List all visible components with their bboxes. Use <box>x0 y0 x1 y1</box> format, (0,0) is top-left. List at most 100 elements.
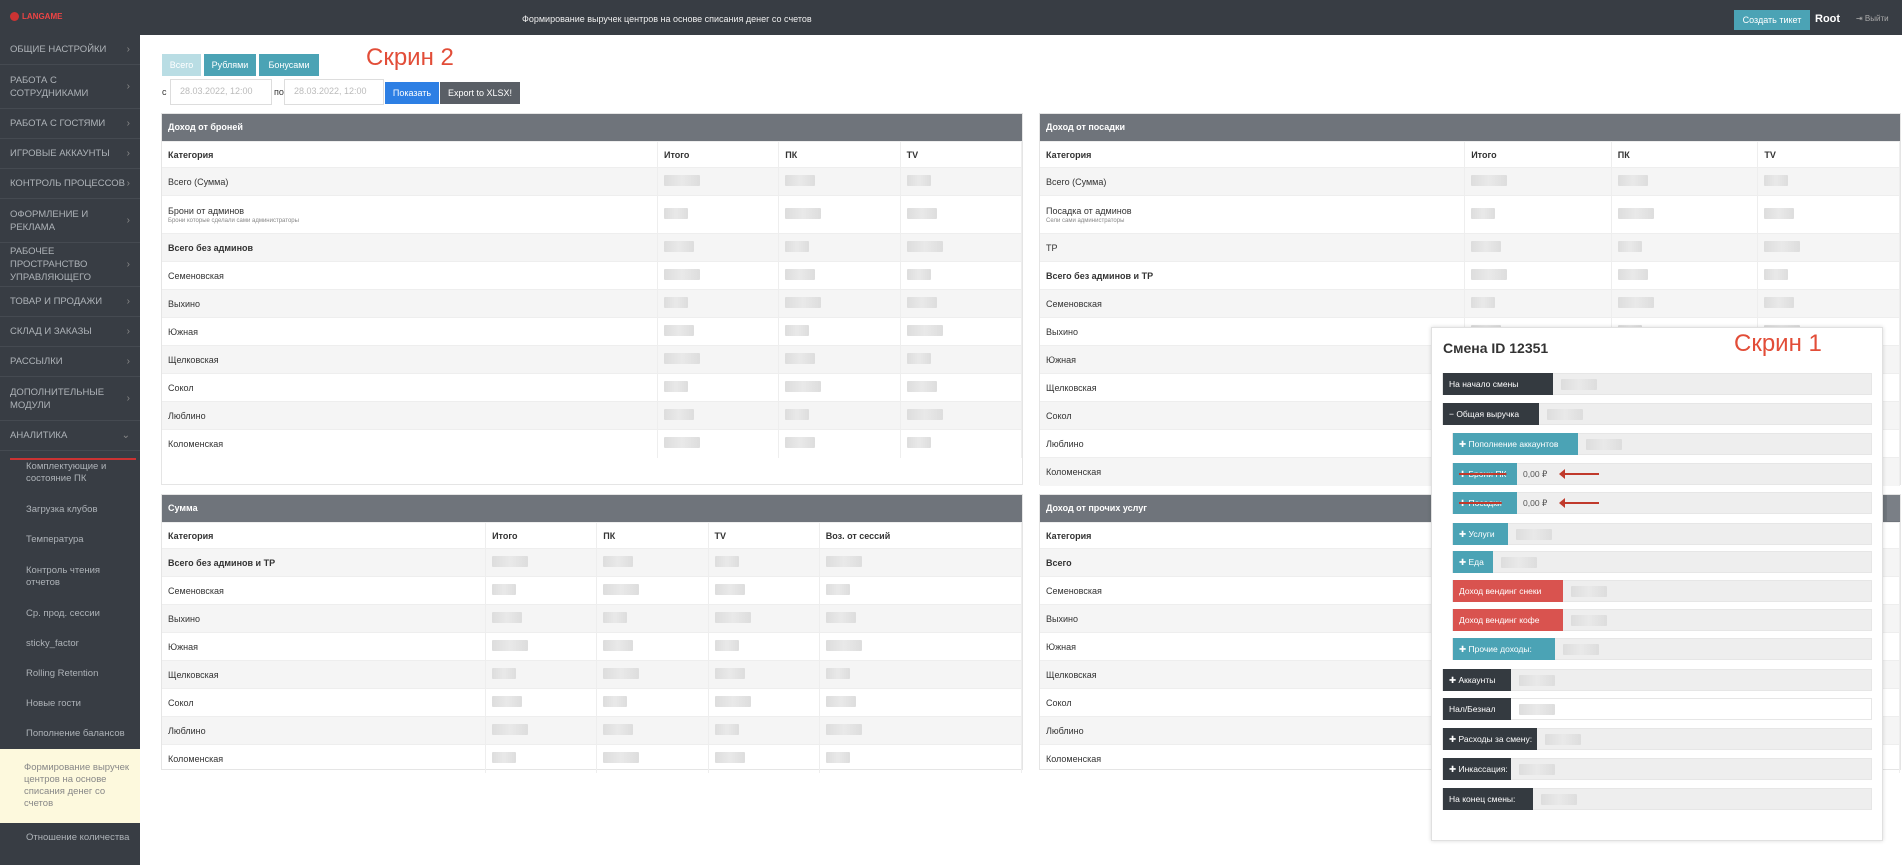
hidden-value <box>1764 175 1789 186</box>
analytics-subitem-1[interactable]: Загрузка клубов <box>0 495 140 525</box>
sidebar-item-2[interactable]: РАБОТА С ГОСТЯМИ › <box>0 109 140 139</box>
hidden-value <box>785 325 810 336</box>
analytics-subitem-5[interactable]: sticky_factor <box>0 629 140 659</box>
hidden-value <box>663 241 694 252</box>
hidden-value <box>785 208 822 219</box>
analytics-subitem-4[interactable]: Ср. прод. сессии <box>0 599 140 629</box>
shift-revenue-button[interactable]: − Общая выручка <box>1443 403 1539 425</box>
row-label: Южная <box>168 641 198 652</box>
shift-cash-button[interactable]: Нал/Безнал <box>1443 698 1511 720</box>
row-label: Южная <box>1046 641 1076 652</box>
tab-bonuses[interactable]: Бонусами <box>259 54 319 76</box>
sidebar-item-4[interactable]: КОНТРОЛЬ ПРОЦЕССОВ › <box>0 169 140 199</box>
shift-end-button[interactable]: На конец смены: <box>1443 788 1533 810</box>
analytics-subitem-6[interactable]: Rolling Retention <box>0 659 140 689</box>
hidden-value <box>1586 439 1622 450</box>
show-button[interactable]: Показать <box>385 82 439 104</box>
shift-expenses-button[interactable]: ✚ Расходы за смену: <box>1443 728 1537 750</box>
app-logo[interactable]: LANGAME <box>10 12 62 21</box>
table-row: Брони от админов Брони которые сделали са… <box>162 195 1023 234</box>
sidebar-item-8[interactable]: СКЛАД И ЗАКАЗЫ › <box>0 317 140 347</box>
hidden-value <box>663 175 700 186</box>
row-label: Сокол <box>168 382 194 393</box>
analytics-subitem-10[interactable]: Отношение количества <box>0 823 140 853</box>
sidebar-item-5[interactable]: ОФОРМЛЕНИЕ И РЕКЛАМА › <box>0 199 140 243</box>
sidebar-item-label: СКЛАД И ЗАКАЗЫ <box>10 326 92 337</box>
shift-start-button[interactable]: На начало смены <box>1443 373 1553 395</box>
shift-food-button[interactable]: ✚ Еда <box>1453 551 1493 573</box>
annotation-arrow <box>1559 469 1599 479</box>
hidden-value <box>1561 379 1597 390</box>
sidebar-item-7[interactable]: ТОВАР И ПРОДАЖИ › <box>0 287 140 317</box>
row-label: Люблино <box>168 410 206 421</box>
analytics-subitem-9[interactable]: Формирование выручек центров на основе с… <box>0 749 140 823</box>
sidebar-item-label: ОФОРМЛЕНИЕ И РЕКЛАМА <box>10 208 89 233</box>
sums-panel: Сумма Категория Итого ПК TV Воз. от сессий Вс… <box>161 494 1023 773</box>
hidden-value <box>603 612 628 623</box>
shift-row-revenue: − Общая выручка <box>1442 403 1872 425</box>
analytics-subitem-7[interactable]: Новые гости <box>0 689 140 719</box>
sidebar-item-1[interactable]: РАБОТА С СОТРУДНИКАМИ › <box>0 65 140 109</box>
row-label: Всего (Сумма) <box>168 176 229 187</box>
analytics-subitem-8[interactable]: Пополнение балансов <box>0 719 140 749</box>
date-from-input[interactable]: 28.03.2022, 12:00 <box>170 79 272 105</box>
shift-card: Смена ID 12351 Скрин 1 На начало смены − … <box>1431 327 1883 841</box>
row-label: Щелковская <box>168 354 219 365</box>
create-ticket-button[interactable]: Создать тикет <box>1734 10 1810 30</box>
shift-vend_snacks-button[interactable]: Доход вендинг снеки <box>1453 580 1563 602</box>
sidebar-item-label: ОБЩИЕ НАСТРОЙКИ <box>10 44 107 55</box>
hidden-value <box>603 584 640 595</box>
chevron-icon: ⌄ <box>121 430 130 441</box>
sidebar-item-10[interactable]: ДОПОЛНИТЕЛЬНЫЕ МОДУЛИ › <box>0 377 140 421</box>
shift-row-start: На начало смены <box>1442 373 1872 395</box>
column-header: TV <box>900 141 1023 168</box>
shift-topup-button[interactable]: ✚ Пополнение аккаунтов <box>1453 433 1578 455</box>
column-header: Итого <box>485 522 598 549</box>
table-row: Посадка от админов Сели сами администрато… <box>1040 195 1900 234</box>
analytics-subitem-3[interactable]: Контроль чтения отчетов <box>0 555 140 599</box>
shift-accounts-button[interactable]: ✚ Аккаунты <box>1443 669 1511 691</box>
sidebar-item-0[interactable]: ОБЩИЕ НАСТРОЙКИ › <box>0 35 140 65</box>
hidden-value <box>1617 297 1654 308</box>
column-header: Категория <box>162 141 658 168</box>
shift-services-button[interactable]: ✚ Услуги <box>1453 523 1508 545</box>
sidebar-item-9[interactable]: РАССЫЛКИ › <box>0 347 140 377</box>
analytics-subitem-2[interactable]: Температура <box>0 525 140 555</box>
hidden-value <box>714 640 739 651</box>
hidden-value <box>785 409 810 420</box>
sidebar-item-label: КОНТРОЛЬ ПРОЦЕССОВ <box>10 178 125 189</box>
row-label: ТР <box>1046 242 1058 253</box>
sidebar-item-3[interactable]: ИГРОВЫЕ АККАУНТЫ › <box>0 139 140 169</box>
table-row: Люблино <box>162 401 1023 430</box>
hidden-value <box>663 353 700 364</box>
sidebar: ОБЩИЕ НАСТРОЙКИ › РАБОТА С СОТРУДНИКАМИ › РА… <box>0 35 140 865</box>
hidden-value <box>825 668 850 679</box>
export-xlsx-button[interactable]: Export to XLSX! <box>440 82 520 104</box>
hidden-value <box>1519 704 1555 715</box>
tab-all[interactable]: Всего <box>162 54 201 76</box>
shift-seat-button[interactable]: ✚ Посадки <box>1453 492 1517 514</box>
logout-link[interactable]: ⇥ Выйти <box>1856 14 1889 23</box>
sidebar-item-6[interactable]: РАБОЧЕЕ ПРОСТРАНСТВО УПРАВЛЯЮЩЕГО › <box>0 243 140 287</box>
shift-other_income-button[interactable]: ✚ Прочие доходы: <box>1453 638 1555 660</box>
hidden-value <box>1571 615 1607 626</box>
hidden-value <box>1519 675 1555 686</box>
bookings-title: Доход от броней <box>162 114 1022 141</box>
shift-vend_coffee-button[interactable]: Доход вендинг кофе <box>1453 609 1563 631</box>
shift-collection-button[interactable]: ✚ Инкассация: <box>1443 758 1511 780</box>
sidebar-item-11[interactable]: АНАЛИТИКА ⌄ <box>0 421 140 451</box>
from-label: с <box>162 87 167 97</box>
scrollbar-thumb[interactable] <box>1887 495 1900 521</box>
user-name[interactable]: Root <box>1815 13 1840 25</box>
annotation-arrow <box>1559 498 1599 508</box>
row-label: Посадка от админов <box>1046 205 1132 216</box>
table-row: Коломенская <box>162 744 1023 773</box>
date-to-input[interactable]: 28.03.2022, 12:00 <box>284 79 384 105</box>
shift-booking-button[interactable]: ✚ Брони ПК <box>1453 463 1517 485</box>
hidden-value <box>1471 175 1508 186</box>
tab-rubles[interactable]: Рублями <box>204 54 256 76</box>
hidden-value <box>1471 269 1508 280</box>
seating-title: Доход от посадки <box>1040 114 1900 141</box>
row-label: Коломенская <box>168 753 224 764</box>
bookings-panel: Доход от броней Категория Итого ПК TV Всего … <box>161 113 1023 485</box>
